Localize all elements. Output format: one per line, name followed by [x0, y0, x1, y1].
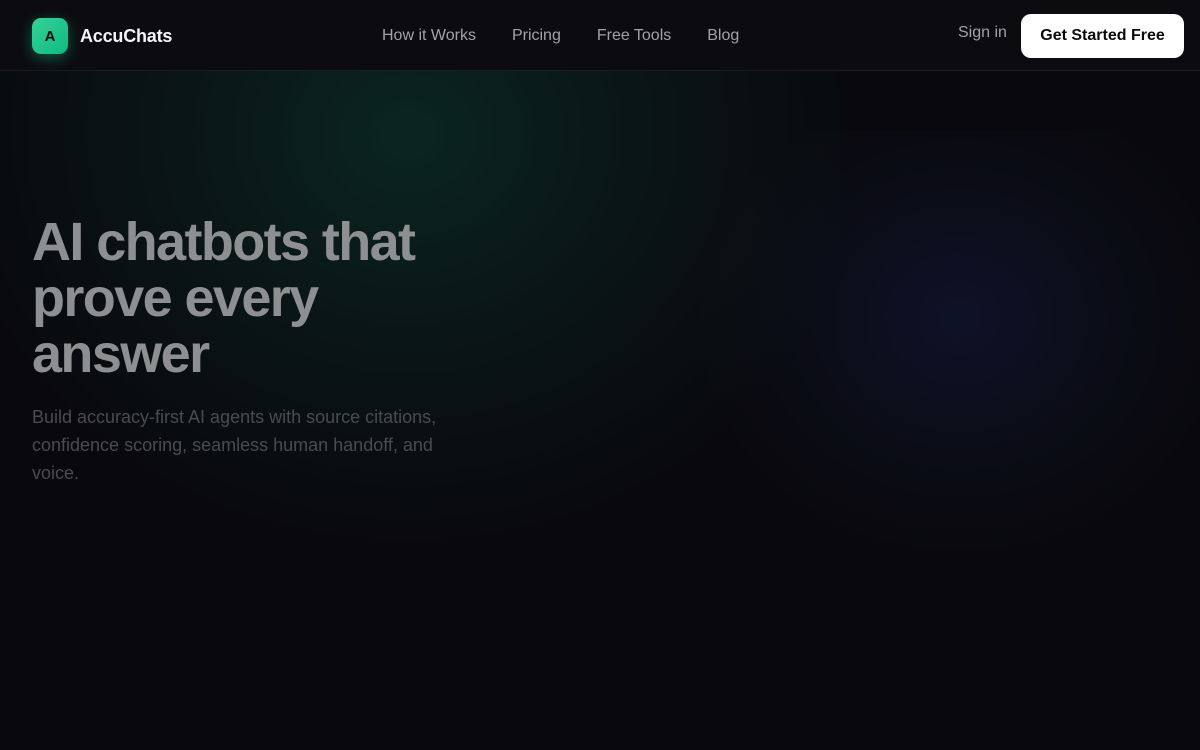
hero-subtitle: Build accuracy-first AI agents with sour… [32, 407, 437, 483]
logo-icon: A [32, 18, 68, 54]
site-header: A AccuChats How it Works Pricing Free To… [0, 0, 1200, 71]
brand-home-link[interactable]: A AccuChats [32, 18, 172, 54]
sign-in-link[interactable]: Sign in [958, 24, 1007, 42]
hero-title: AI chatbots that prove every answer [32, 214, 512, 382]
hero-title-line-2: prove every [32, 268, 319, 328]
main-nav: How it Works Pricing Free Tools Blog [364, 24, 757, 48]
blue-glow-backdrop [700, 130, 1200, 550]
nav-link-pricing[interactable]: Pricing [494, 27, 579, 45]
hero-title-line-1: AI chatbots that [32, 212, 416, 272]
nav-link-how-it-works[interactable]: How it Works [364, 27, 494, 45]
brand-name: AccuChats [80, 25, 173, 46]
landing-page: A AccuChats How it Works Pricing Free To… [0, 0, 1200, 750]
nav-link-free-tools[interactable]: Free Tools [579, 27, 689, 45]
nav-link-blog[interactable]: Blog [689, 27, 757, 45]
logo-letter: A [44, 27, 56, 45]
get-started-button[interactable]: Get Started Free [1021, 14, 1184, 58]
hero-title-line-3: answer [32, 324, 210, 384]
